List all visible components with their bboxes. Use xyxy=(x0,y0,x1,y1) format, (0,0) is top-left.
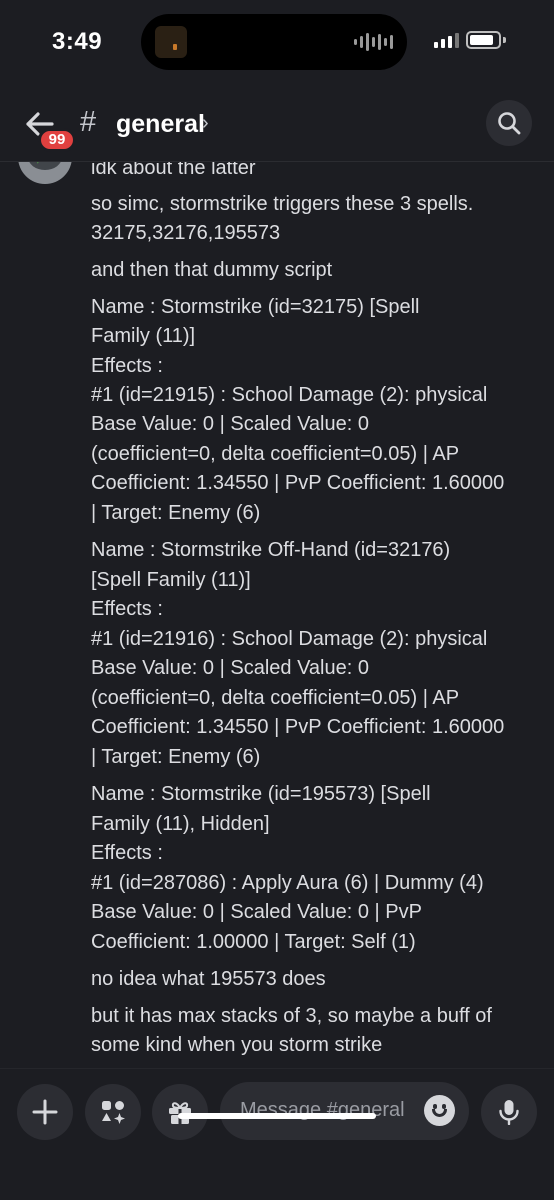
chevron-right-icon[interactable]: › xyxy=(202,112,209,135)
message-list[interactable]: ✦ idk about the latter so simc, stormstr… xyxy=(0,162,554,1062)
status-bar: 3:49 xyxy=(0,0,554,90)
message-text: Effects : xyxy=(91,598,163,620)
message-text: Coefficient: 1.34550 | PvP Coefficient: … xyxy=(91,472,505,494)
emoji-button[interactable] xyxy=(424,1095,455,1126)
home-indicator xyxy=(178,1113,376,1119)
battery-icon xyxy=(466,31,501,49)
message-text: Effects : xyxy=(91,355,163,377)
message-text: #1 (id=287086) : Apply Aura (6) | Dummy … xyxy=(91,872,484,894)
audio-waveform-icon xyxy=(354,32,393,52)
message-text: | Target: Enemy (6) xyxy=(91,502,261,524)
message-text: (coefficient=0, delta coefficient=0.05) … xyxy=(91,443,460,465)
message-text: no idea what 195573 does xyxy=(91,968,326,990)
gift-button[interactable] xyxy=(152,1084,208,1140)
message-text: #1 (id=21915) : School Damage (2): physi… xyxy=(91,384,488,406)
message-text: Coefficient: 1.00000 | Target: Self (1) xyxy=(91,931,416,953)
message-text: [Spell Family (11)] xyxy=(91,569,251,591)
microphone-icon xyxy=(499,1100,519,1125)
message-text: #1 (id=21916) : School Damage (2): physi… xyxy=(91,628,488,650)
message-text: (coefficient=0, delta coefficient=0.05) … xyxy=(91,687,460,709)
message-input[interactable]: Message #general xyxy=(220,1082,469,1140)
gift-icon xyxy=(169,1102,191,1124)
message-text: but it has max stacks of 3, so maybe a b… xyxy=(91,1005,492,1027)
message-text: so simc, stormstrike triggers these 3 sp… xyxy=(91,193,474,215)
message-text: some kind when you storm strike xyxy=(91,1034,383,1056)
plus-icon xyxy=(32,1099,58,1125)
channel-header: 99 # general › xyxy=(0,90,554,162)
add-attachment-button[interactable] xyxy=(17,1084,73,1140)
cellular-signal-icon xyxy=(434,32,459,48)
sparkle-icon: ✦ xyxy=(32,162,44,166)
message-text: Base Value: 0 | Scaled Value: 0 | PvP xyxy=(91,901,422,923)
status-time: 3:49 xyxy=(52,28,103,55)
message-text: Base Value: 0 | Scaled Value: 0 xyxy=(91,657,369,679)
channel-hash-icon: # xyxy=(80,106,97,138)
dynamic-island xyxy=(141,14,407,70)
voice-message-button[interactable] xyxy=(481,1084,537,1140)
message-text: Base Value: 0 | Scaled Value: 0 xyxy=(91,413,369,435)
message-text: Name : Stormstrike (id=195573) [Spell xyxy=(91,783,431,805)
avatar[interactable]: ✦ xyxy=(18,162,72,184)
message-text: and then that dummy script xyxy=(91,259,333,281)
message-text: Family (11), Hidden] xyxy=(91,813,270,835)
emoji-smile-icon xyxy=(432,1109,447,1117)
search-button[interactable] xyxy=(486,100,532,146)
unread-badge: 99 xyxy=(38,128,76,152)
message-text: idk about the latter xyxy=(91,162,256,179)
apps-icon xyxy=(102,1101,125,1124)
battery-tip xyxy=(503,37,506,43)
now-playing-thumbnail xyxy=(155,26,187,58)
message-composer: Message #general xyxy=(0,1068,554,1200)
message-text: Coefficient: 1.34550 | PvP Coefficient: … xyxy=(91,716,505,738)
channel-name[interactable]: general xyxy=(116,110,205,139)
message-text: Family (11)] xyxy=(91,325,196,347)
message-text: Effects : xyxy=(91,842,163,864)
message-text: 32175,32176,195573 xyxy=(91,222,281,244)
message-text: Name : Stormstrike Off-Hand (id=32176) xyxy=(91,539,451,561)
apps-button[interactable] xyxy=(85,1084,141,1140)
search-icon xyxy=(498,112,521,135)
message-text: | Target: Enemy (6) xyxy=(91,746,261,768)
message-text: Name : Stormstrike (id=32175) [Spell xyxy=(91,296,420,318)
